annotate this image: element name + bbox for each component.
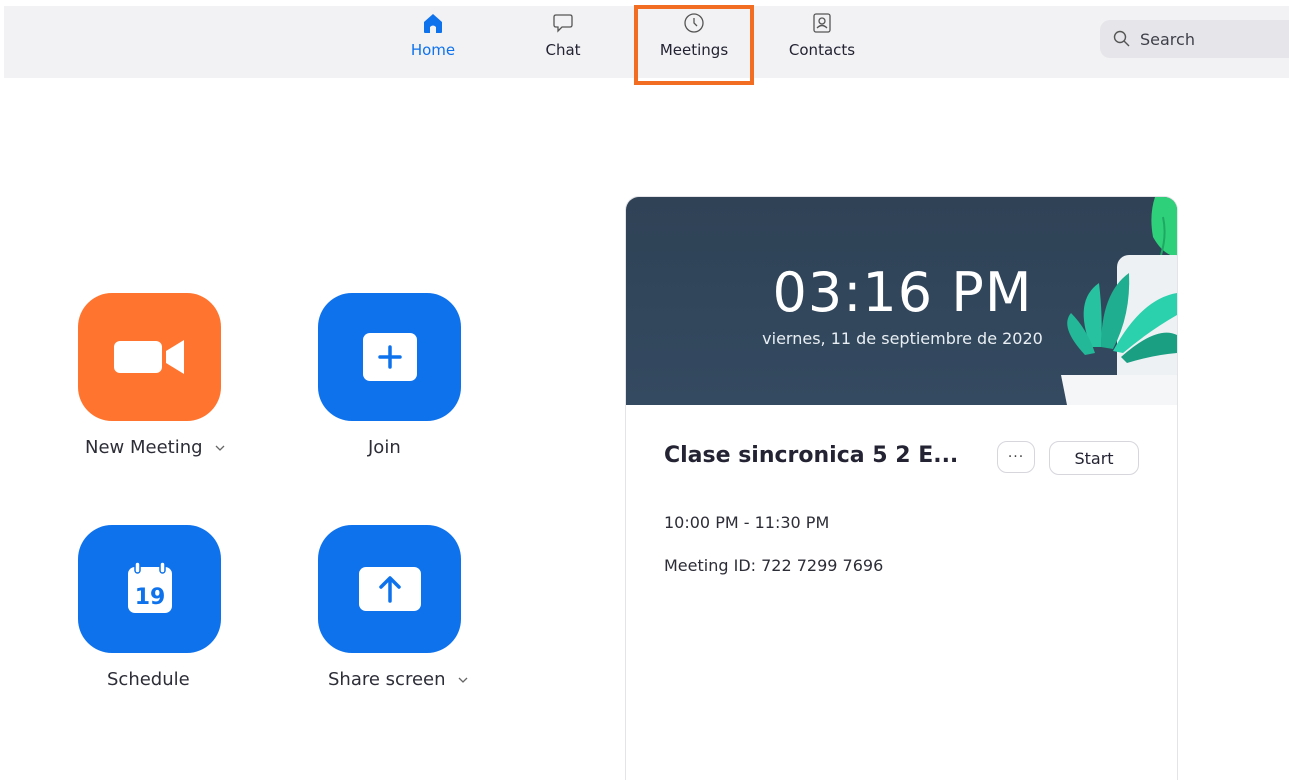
start-meeting-button[interactable]: Start	[1049, 441, 1139, 475]
current-time: 03:16 PM	[772, 261, 1033, 324]
search-box[interactable]	[1100, 20, 1289, 58]
tab-home-label: Home	[410, 41, 456, 59]
card-clock-header: 03:16 PM viernes, 11 de septiembre de 20…	[626, 197, 1177, 405]
top-nav-bar	[4, 6, 1289, 78]
contact-card-icon	[813, 13, 831, 33]
schedule-label-row: Schedule	[107, 669, 190, 690]
upload-arrow-icon	[358, 567, 421, 611]
new-meeting-label-row[interactable]: New Meeting	[85, 437, 227, 458]
more-options-label: ···	[1007, 449, 1025, 465]
zoom-home-window: Home Chat Meetings Contacts Search New M…	[0, 0, 1289, 780]
more-options-button[interactable]: ···	[997, 441, 1035, 473]
chevron-down-icon[interactable]	[456, 673, 470, 687]
meeting-time-range: 10:00 PM - 11:30 PM	[664, 513, 830, 532]
share-screen-label-row[interactable]: Share screen	[328, 669, 470, 690]
tab-contacts-label: Contacts	[788, 41, 856, 59]
meeting-id: Meeting ID: 722 7299 7696	[664, 556, 884, 575]
search-input[interactable]	[1140, 29, 1289, 49]
schedule-button[interactable]: 19	[78, 525, 221, 653]
plus-icon	[362, 333, 417, 381]
chat-bubble-icon	[553, 14, 573, 33]
join-label: Join	[368, 437, 401, 458]
tab-meetings[interactable]: Meetings	[656, 6, 732, 72]
tab-home[interactable]: Home	[403, 6, 463, 72]
calendar-icon: 19	[127, 561, 172, 613]
tab-chat[interactable]: Chat	[533, 6, 593, 72]
new-meeting-button[interactable]	[78, 293, 221, 421]
share-screen-label: Share screen	[328, 669, 446, 690]
meeting-title: Clase sincronica 5 2 E...	[664, 443, 959, 468]
tab-meetings-label: Meetings	[659, 41, 729, 59]
search-icon	[1113, 30, 1130, 47]
current-date: viernes, 11 de septiembre de 2020	[762, 329, 1043, 348]
new-meeting-label: New Meeting	[85, 437, 203, 458]
share-screen-button[interactable]	[318, 525, 461, 653]
home-icon	[424, 14, 442, 33]
video-camera-icon	[113, 340, 184, 374]
calendar-day-number: 19	[134, 585, 165, 610]
join-label-row: Join	[368, 437, 401, 458]
tab-contacts[interactable]: Contacts	[782, 6, 862, 72]
upcoming-meeting-card: 03:16 PM viernes, 11 de septiembre de 20…	[625, 196, 1178, 780]
schedule-label: Schedule	[107, 669, 190, 690]
tab-chat-label: Chat	[545, 41, 581, 59]
clock-icon	[684, 13, 704, 33]
join-button[interactable]	[318, 293, 461, 421]
chevron-down-icon[interactable]	[213, 441, 227, 455]
